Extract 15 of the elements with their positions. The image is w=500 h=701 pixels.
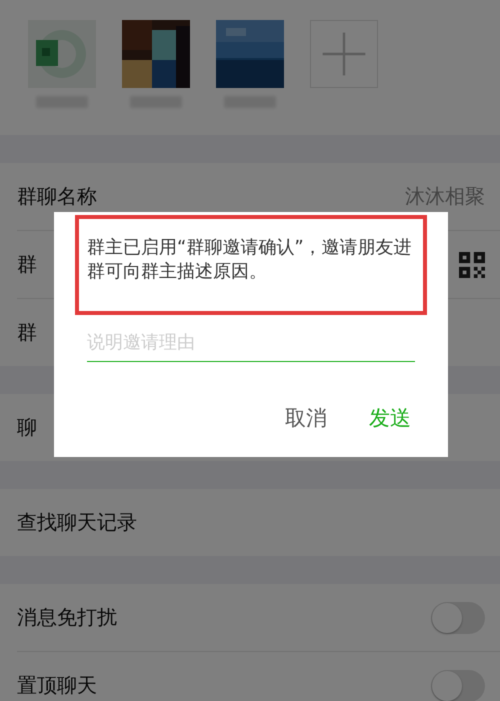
row-label[interactable]: 群 bbox=[17, 319, 37, 346]
row-label[interactable]: 群 bbox=[17, 251, 37, 278]
row-label[interactable]: 消息免打扰 bbox=[17, 604, 117, 631]
row-label[interactable]: 置顶聊天 bbox=[17, 672, 97, 699]
toggle-switch[interactable] bbox=[431, 602, 485, 634]
add-member-button[interactable] bbox=[310, 20, 378, 88]
toggle-switch[interactable] bbox=[431, 670, 485, 701]
dialog-message: 群主已启用“群聊邀请确认”，邀请朋友进群可向群主描述原因。 bbox=[87, 236, 413, 284]
cancel-button[interactable]: 取消 bbox=[281, 400, 331, 436]
row-label[interactable]: 群聊名称 bbox=[17, 183, 97, 210]
send-button[interactable]: 发送 bbox=[365, 400, 415, 436]
qr-code-icon[interactable] bbox=[459, 252, 485, 278]
row-label[interactable]: 聊 bbox=[17, 414, 37, 441]
row-value: 沐沐相聚 bbox=[405, 183, 485, 210]
row-label[interactable]: 查找聊天记录 bbox=[17, 509, 137, 536]
